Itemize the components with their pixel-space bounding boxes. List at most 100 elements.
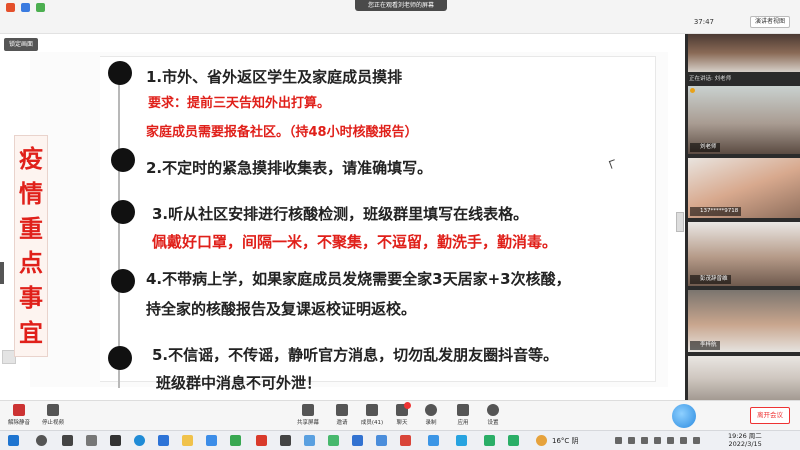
app-icon[interactable] xyxy=(484,435,495,446)
hygiene-reminder: 佩戴好口罩，间隔一米，不聚集，不逗留，勤洗手，勤消毒。 xyxy=(152,233,558,251)
video-camera-icon xyxy=(47,404,59,416)
start-icon[interactable] xyxy=(8,435,19,446)
video-feed xyxy=(688,34,800,72)
app-icon[interactable] xyxy=(158,435,169,446)
leave-meeting-button[interactable]: 离开会议 xyxy=(750,407,790,424)
widgets-icon[interactable] xyxy=(86,435,97,446)
participant-name: 137*****9718 xyxy=(690,207,742,216)
tray-app-icon[interactable] xyxy=(654,437,661,444)
title-char: 点 xyxy=(19,249,43,278)
app-icon[interactable] xyxy=(428,435,439,446)
stop-video-button[interactable]: 停止视频 xyxy=(36,404,70,426)
timeline-dot xyxy=(108,61,132,85)
title-char: 重 xyxy=(19,214,43,243)
system-clock[interactable]: 19:26 周二 2022/3/15 xyxy=(728,432,762,448)
title-char: 情 xyxy=(19,179,43,208)
volume-icon[interactable] xyxy=(680,437,687,444)
search-icon[interactable] xyxy=(36,435,47,446)
apps-icon xyxy=(457,404,469,416)
app-icon[interactable] xyxy=(376,435,387,446)
participants-button[interactable]: 成员(41) xyxy=(355,404,389,426)
timeline-line xyxy=(118,70,120,388)
video-tile[interactable]: 刘老师 xyxy=(688,86,800,154)
file-explorer-icon[interactable] xyxy=(182,435,193,446)
microphone-icon xyxy=(690,88,695,93)
tray-app-icon[interactable] xyxy=(628,437,635,444)
speaker-view-button[interactable]: 演讲者视图 xyxy=(749,16,790,28)
app-icon[interactable] xyxy=(304,435,315,446)
apps-label: 应用 xyxy=(457,420,469,426)
unmute-label: 解除静音 xyxy=(7,420,30,426)
video-tile[interactable] xyxy=(688,34,800,72)
requirement-line-2: 家庭成员需要报备社区。（持48小时核酸报告） xyxy=(146,125,418,140)
participant-name: 彭茂辞曾维 xyxy=(690,275,731,284)
record-icon xyxy=(425,404,437,416)
app-icon[interactable] xyxy=(206,435,217,446)
lock-screen-button[interactable]: 锁定画面 xyxy=(4,38,39,51)
invite-icon xyxy=(336,404,348,416)
meeting-timer: 37:47 xyxy=(693,18,714,26)
slide-item-5-cont: 班级群中消息不可外泄！ xyxy=(156,374,322,392)
participants-panel: 正在讲话: 刘老师 刘老师 137*****9718 彭茂辞曾维 李梓航 xyxy=(685,34,800,400)
weather-icon xyxy=(536,435,547,446)
video-feed xyxy=(688,356,800,400)
meeting-top-bar: 您正在观看刘老师的屏幕 37:47 演讲者视图 xyxy=(0,0,800,34)
windows-taskbar: 16°C 阴 19:26 周二 2022/3/15 xyxy=(0,430,800,450)
microphone-icon xyxy=(13,404,25,416)
requirement-line-1: 要求：提前三天告知外出打算。 xyxy=(148,96,331,111)
app-icon[interactable] xyxy=(456,435,467,446)
meeting-window: 您正在观看刘老师的屏幕 37:47 演讲者视图 锁定画面 疫 情 重 点 事 宜… xyxy=(0,0,800,450)
invite-button[interactable]: 邀请 xyxy=(325,404,359,426)
record-button[interactable]: 录制 xyxy=(414,404,448,426)
task-view-icon[interactable] xyxy=(62,435,73,446)
wps-icon[interactable] xyxy=(256,435,267,446)
video-tile[interactable]: 彭茂辞曾维 xyxy=(688,222,800,286)
video-tile[interactable]: 李梓航 xyxy=(688,290,800,352)
tray-app-icon[interactable] xyxy=(641,437,648,444)
speaking-indicator: 正在讲话: 刘老师 xyxy=(689,76,732,82)
system-tray xyxy=(615,437,700,444)
slide-item-4-cont: 持全家的核酸报告及复课返校证明返校。 xyxy=(146,300,417,318)
participants-icon xyxy=(366,404,378,416)
network-icon[interactable] xyxy=(667,437,674,444)
app-icon[interactable] xyxy=(280,435,291,446)
top-status-icons xyxy=(6,3,45,12)
chevron-up-icon[interactable] xyxy=(615,437,622,444)
timeline-dot xyxy=(111,200,135,224)
wechat-icon[interactable] xyxy=(508,435,519,446)
edge-browser-icon[interactable] xyxy=(134,435,145,446)
app-icon[interactable] xyxy=(400,435,411,446)
stop-video-label: 停止视频 xyxy=(41,420,64,426)
video-tile[interactable]: 137*****9718 xyxy=(688,158,800,218)
participant-name: 李梓航 xyxy=(690,341,720,350)
app-icon[interactable] xyxy=(328,435,339,446)
left-edge-tab[interactable] xyxy=(0,262,4,284)
apps-button[interactable]: 应用 xyxy=(446,404,480,426)
app-icon[interactable] xyxy=(110,435,121,446)
participants-label: 成员(41) xyxy=(360,420,384,426)
video-tile[interactable] xyxy=(688,356,800,400)
shield-icon[interactable] xyxy=(21,3,30,12)
collapse-panel-handle[interactable] xyxy=(676,212,684,232)
input-method-icon[interactable] xyxy=(693,437,700,444)
notification-badge xyxy=(404,402,411,409)
slide-item-2: 2.不定时的紧急摸排收集表，请准确填写。 xyxy=(146,159,433,177)
vertical-title: 疫 情 重 点 事 宜 xyxy=(14,135,48,357)
signal-icon[interactable] xyxy=(36,3,45,12)
share-screen-button[interactable]: 共享屏幕 xyxy=(291,404,325,426)
title-char: 事 xyxy=(19,283,43,312)
settings-button[interactable]: 设置 xyxy=(476,404,510,426)
record-label: 录制 xyxy=(425,420,437,426)
timeline-dot xyxy=(108,346,132,370)
participant-name: 刘老师 xyxy=(690,143,720,152)
clock-date: 2022/3/15 xyxy=(728,440,762,448)
weather-text: 16°C 阴 xyxy=(552,437,579,445)
share-screen-icon xyxy=(302,404,314,416)
app-icon[interactable] xyxy=(352,435,363,446)
title-char: 疫 xyxy=(19,145,43,174)
app-icon[interactable] xyxy=(230,435,241,446)
share-screen-label: 共享屏幕 xyxy=(296,420,319,426)
slide-item-1: 1.市外、省外返区学生及家庭成员摸排 xyxy=(146,68,403,86)
info-icon[interactable] xyxy=(6,3,15,12)
unmute-button[interactable]: 解除静音 xyxy=(2,404,36,426)
